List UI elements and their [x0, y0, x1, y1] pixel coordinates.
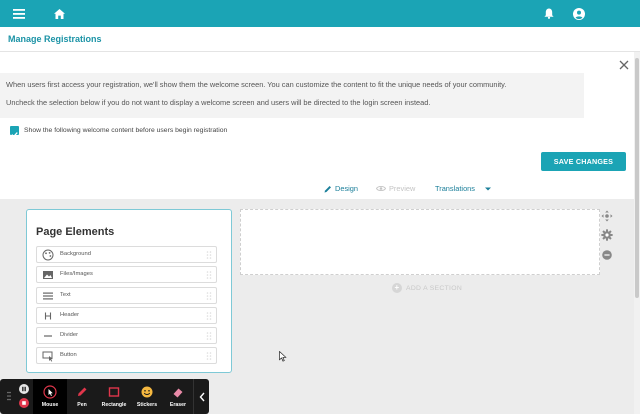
element-label: Header: [60, 312, 80, 318]
palette-icon: [42, 249, 54, 261]
tool-label: Eraser: [169, 402, 187, 408]
tab-design[interactable]: Design: [324, 184, 358, 193]
drag-handle-icon[interactable]: [7, 391, 11, 401]
divider-icon: [44, 335, 52, 337]
checkmark-icon: [11, 132, 18, 138]
show-welcome-checkbox-label: Show the following welcome content befor…: [24, 127, 228, 134]
element-label: Divider: [60, 332, 79, 338]
drag-handle-icon[interactable]: [206, 331, 212, 341]
plus-circle-icon: +: [392, 283, 402, 293]
show-welcome-checkbox[interactable]: [10, 126, 19, 138]
top-app-bar: [0, 0, 640, 27]
tool-eraser[interactable]: Eraser: [163, 379, 193, 414]
element-item-text[interactable]: Text: [36, 287, 217, 304]
pen-icon: [78, 387, 87, 396]
scrollbar-thumb[interactable]: [635, 58, 639, 298]
tool-label: Pen: [77, 402, 87, 408]
add-section-button[interactable]: + ADD A SECTION: [392, 283, 462, 293]
element-item-header[interactable]: Header: [36, 307, 217, 324]
annotation-toolbar: Mouse Pen Rectangle Stickers Eraser: [0, 379, 209, 414]
mouse-cursor-icon: [43, 385, 57, 399]
hamburger-menu-icon[interactable]: [7, 0, 31, 27]
tab-translations[interactable]: Translations: [435, 184, 492, 193]
drag-handle-icon[interactable]: [206, 351, 212, 361]
caret-down-icon: [484, 187, 491, 190]
drag-handle-icon[interactable]: [206, 270, 212, 280]
gear-icon[interactable]: [601, 228, 613, 241]
element-item-background[interactable]: Background: [36, 246, 217, 263]
text-lines-icon: [43, 292, 53, 300]
tool-label: Rectangle: [101, 402, 127, 408]
rectangle-icon: [108, 387, 120, 397]
sticker-smiley-icon: [141, 386, 153, 398]
pencil-icon: [324, 185, 331, 192]
element-label: Files/Images: [60, 271, 93, 277]
collapse-toolbar-button[interactable]: [193, 379, 209, 414]
bell-icon[interactable]: [537, 0, 561, 27]
welcome-info-line-2: Uncheck the selection below if you do no…: [6, 98, 431, 107]
remove-circle-icon[interactable]: [601, 248, 613, 260]
pause-icon[interactable]: [19, 384, 29, 394]
page-elements-panel: Page Elements Background Files/Images Te…: [26, 209, 232, 373]
drag-handle-icon[interactable]: [206, 311, 212, 321]
drag-handle-icon[interactable]: [206, 250, 212, 260]
tool-pen[interactable]: Pen: [67, 379, 97, 414]
user-account-icon[interactable]: [567, 0, 591, 27]
element-label: Background: [60, 251, 91, 257]
eraser-icon: [173, 388, 183, 398]
drag-handle-icon[interactable]: [206, 291, 212, 301]
header-h-icon: [44, 312, 52, 320]
move-arrows-icon[interactable]: [601, 209, 613, 222]
stop-record-icon[interactable]: [19, 398, 29, 408]
page-elements-title: Page Elements: [36, 226, 115, 238]
page-title: Manage Registrations: [8, 34, 102, 44]
home-icon[interactable]: [47, 0, 71, 27]
tab-design-label: Design: [335, 184, 359, 193]
tool-mouse[interactable]: Mouse: [33, 379, 67, 414]
close-icon[interactable]: [617, 58, 631, 72]
page-subheader: Manage Registrations: [0, 27, 640, 52]
tool-rectangle[interactable]: Rectangle: [97, 379, 131, 414]
tool-stickers[interactable]: Stickers: [131, 379, 163, 414]
welcome-info-line-1: When users first access your registratio…: [6, 80, 507, 89]
tab-preview[interactable]: Preview: [376, 184, 415, 193]
element-item-divider[interactable]: Divider: [36, 327, 217, 344]
save-changes-button[interactable]: SAVE CHANGES: [541, 152, 626, 171]
tab-translations-label: Translations: [435, 184, 475, 193]
image-icon: [43, 271, 53, 279]
tool-label: Mouse: [41, 402, 59, 408]
element-label: Button: [60, 352, 77, 358]
tab-preview-label: Preview: [389, 184, 416, 193]
section-drop-zone[interactable]: [240, 209, 600, 275]
element-label: Text: [60, 292, 71, 298]
element-item-button[interactable]: Button: [36, 347, 217, 364]
eye-icon: [376, 186, 386, 191]
chevron-left-icon: [199, 392, 205, 401]
mouse-pointer-icon: [279, 349, 287, 362]
add-section-label: ADD A SECTION: [406, 284, 463, 292]
page-scrollbar[interactable]: [634, 52, 640, 414]
tool-label: Stickers: [136, 402, 158, 408]
button-click-icon: [42, 351, 53, 362]
element-item-files-images[interactable]: Files/Images: [36, 266, 217, 283]
